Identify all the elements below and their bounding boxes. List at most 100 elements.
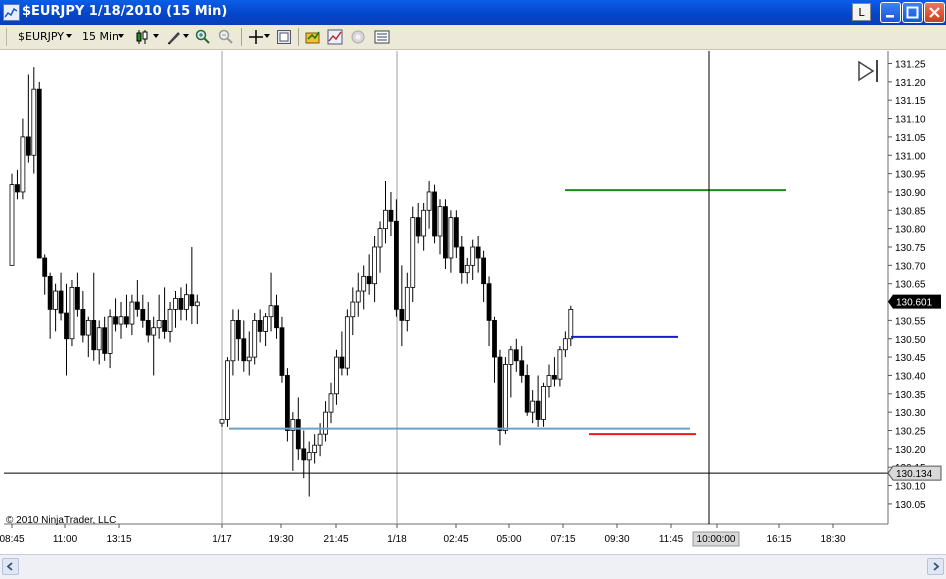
time-tick-label: 09:30 (604, 534, 629, 545)
candle-body (75, 286, 80, 310)
maximize-button[interactable] (902, 2, 923, 23)
price-tick-label: 130.80 (895, 225, 926, 236)
price-tick-label: 130.55 (895, 316, 926, 327)
crosshair-time-label: 10:00:00 (697, 534, 736, 545)
strategies-icon[interactable] (305, 29, 321, 45)
time-tick-label: 16:15 (766, 534, 791, 545)
candle-body (134, 301, 140, 310)
candle-body (453, 217, 459, 248)
chart-area[interactable]: 131.25 131.20 131.15 131.10 131.05 131.00 130.… (0, 51, 946, 554)
candle-body (432, 191, 437, 237)
candle-body (535, 400, 541, 420)
candle-body (219, 419, 225, 424)
candle-body (426, 191, 432, 211)
candle-body (377, 228, 383, 248)
candle-body (366, 275, 372, 285)
candle-body (42, 257, 48, 277)
candle-body (464, 264, 470, 274)
price-tick-label: 131.00 (895, 151, 926, 162)
price-tick-label: 130.25 (895, 427, 926, 438)
candle-body (410, 217, 416, 288)
candle-body (252, 319, 258, 358)
copyright-text: © 2010 NinjaTrader, LLC (6, 515, 116, 526)
crosshair-icon[interactable] (248, 29, 264, 45)
candle-body (568, 308, 574, 340)
instrument-dropdown-icon[interactable] (66, 34, 74, 40)
zoom-out-icon[interactable] (218, 29, 234, 45)
candle-body (162, 319, 168, 332)
scroll-right-button[interactable] (927, 558, 944, 575)
crosshair-price-label: 130.134 (896, 469, 933, 480)
drawing-tool-icon[interactable] (166, 29, 182, 45)
candle-body (415, 217, 421, 237)
data-box-icon[interactable] (276, 29, 292, 45)
price-tick-label: 130.85 (895, 206, 926, 217)
right-margin-button[interactable] (858, 60, 878, 82)
crosshair-dropdown-icon[interactable] (264, 34, 272, 40)
last-price-label: 130.601 (896, 298, 933, 309)
indicators-icon[interactable] (327, 29, 343, 45)
candle-body (443, 206, 448, 259)
candle-body (53, 290, 58, 310)
drawing-dropdown-icon[interactable] (183, 34, 191, 40)
price-tick-label: 130.40 (895, 371, 926, 382)
chart-trader-icon[interactable] (374, 29, 390, 45)
candle-body (557, 349, 563, 380)
price-chart[interactable]: 131.25 131.20 131.15 131.10 131.05 131.00 130.… (0, 51, 946, 554)
candle-body (194, 301, 200, 307)
candle-body (317, 433, 323, 446)
candle-body (178, 297, 184, 310)
candle-body (107, 316, 113, 354)
candle-body (530, 400, 536, 413)
candle-body (497, 356, 503, 431)
candle-body (47, 275, 53, 310)
zoom-in-icon[interactable] (195, 29, 211, 45)
properties-icon[interactable] (350, 29, 366, 45)
candle-body (25, 136, 31, 156)
candle-body (80, 308, 86, 336)
chart-style-dropdown-icon[interactable] (153, 34, 161, 40)
candlestick-style-icon[interactable] (136, 29, 152, 45)
candle-body (524, 375, 530, 413)
price-tick-label: 130.65 (895, 280, 926, 291)
candle-body (85, 319, 91, 336)
candle-body (350, 301, 356, 318)
candle-body (437, 206, 443, 237)
candle-body (241, 338, 247, 362)
horizontal-scrollbar[interactable] (0, 554, 946, 579)
candle-body (508, 349, 514, 365)
price-tick-label: 131.05 (895, 133, 926, 144)
time-tick-label: 11:45 (659, 534, 684, 545)
close-button[interactable] (924, 2, 945, 23)
scroll-left-button[interactable] (2, 558, 19, 575)
price-tick-label: 131.15 (895, 96, 926, 107)
candle-body (323, 411, 328, 435)
period-dropdown-icon[interactable] (118, 34, 126, 40)
candle-body (295, 419, 301, 450)
instrument-selector[interactable]: $EURJPY (18, 30, 64, 43)
candle-body (145, 319, 151, 336)
right-margin-play-icon[interactable] (858, 60, 875, 82)
candle-body (486, 283, 492, 321)
price-tick-label: 130.75 (895, 243, 926, 254)
price-tick-label: 130.30 (895, 408, 926, 419)
candle-body (339, 356, 345, 369)
candle-body (69, 286, 75, 340)
toolbar-grip (6, 28, 7, 46)
candle-body (102, 327, 108, 354)
candle-body (301, 448, 307, 461)
candle-body (459, 246, 465, 274)
price-tick-label: 130.95 (895, 170, 926, 181)
link-button[interactable]: L (852, 3, 871, 21)
price-tick-label: 130.50 (895, 335, 926, 346)
app-icon (3, 4, 20, 21)
minimize-button[interactable] (880, 2, 901, 23)
price-tick-label: 130.05 (895, 500, 926, 511)
candle-body (306, 452, 312, 461)
candle-body (183, 294, 189, 310)
candle-body (124, 316, 129, 325)
candle-body (502, 364, 508, 431)
candle-body (263, 316, 269, 332)
candle-body (268, 305, 274, 318)
period-selector[interactable]: 15 Min (82, 30, 119, 43)
